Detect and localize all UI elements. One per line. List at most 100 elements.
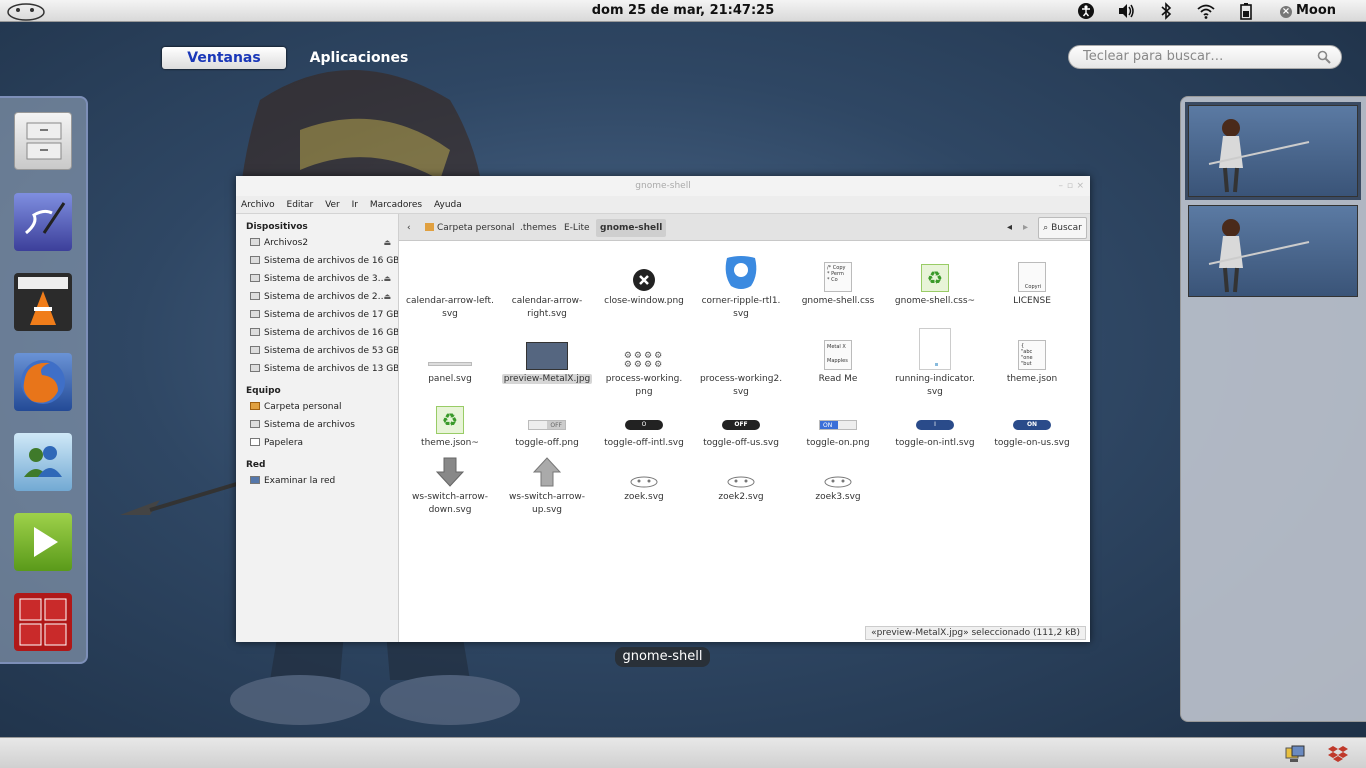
window-titlebar[interactable]: gnome-shell – ▫ ×: [236, 176, 1090, 196]
close-icon[interactable]: ×: [1076, 176, 1084, 196]
dropbox-icon[interactable]: [1327, 744, 1349, 764]
back-arrow-icon[interactable]: ◂: [1003, 219, 1016, 237]
file-item[interactable]: OFF toggle-off-us.svg: [693, 394, 789, 450]
sidebar-item-network[interactable]: Examinar la red: [236, 472, 398, 490]
menu-archivo[interactable]: Archivo: [241, 196, 275, 214]
bottom-panel: [0, 737, 1366, 768]
file-item[interactable]: ♻ theme.json~: [402, 394, 498, 450]
menu-editar[interactable]: Editar: [287, 196, 314, 214]
file-item[interactable]: calendar-arrow-right.svg: [499, 252, 595, 321]
menu-ver[interactable]: Ver: [325, 196, 340, 214]
breadcrumb-themes[interactable]: .themes: [516, 219, 561, 237]
file-item[interactable]: ws-switch-arrow-down.svg: [402, 448, 498, 517]
zoek-thumbnail: [824, 476, 852, 488]
breadcrumb-label: Carpeta personal: [437, 223, 515, 233]
breadcrumb-home[interactable]: Carpeta personal: [421, 219, 519, 237]
back-chevron-icon[interactable]: ‹: [403, 219, 415, 237]
file-item[interactable]: process-working2. svg: [693, 330, 789, 399]
file-item[interactable]: zoek.svg: [596, 448, 692, 504]
minimize-icon[interactable]: –: [1059, 176, 1064, 196]
sidebar-item-trash[interactable]: Papelera: [236, 434, 398, 452]
file-item[interactable]: panel.svg: [402, 330, 498, 386]
wifi-icon[interactable]: [1197, 2, 1215, 20]
sidebar-item-device[interactable]: Sistema de archivos de 16 GB: [236, 252, 398, 270]
file-item[interactable]: Itoggle-on-intl.svg: [887, 394, 983, 450]
menu-ir[interactable]: Ir: [352, 196, 358, 214]
file-item[interactable]: ♻ gnome-shell.css~: [887, 252, 983, 308]
file-item[interactable]: zoek2.svg: [693, 448, 789, 504]
workspace-thumbnail-2[interactable]: [1188, 205, 1358, 297]
search-button[interactable]: ⌕ Buscar: [1038, 217, 1087, 239]
file-item[interactable]: ON toggle-on-us.svg: [984, 394, 1080, 450]
sidebar-item-device[interactable]: Sistema de archivos de 53 GB: [236, 342, 398, 360]
file-item[interactable]: preview-MetalX.jpg: [499, 330, 595, 386]
media-player-icon[interactable]: [14, 513, 72, 571]
file-item[interactable]: Metal X Mapples Read Me: [790, 330, 886, 386]
arrow-up-icon: [533, 457, 561, 487]
file-item[interactable]: ON toggle-on.png: [790, 394, 886, 450]
battery-icon[interactable]: [1237, 2, 1255, 20]
indicator-dot: [935, 363, 938, 366]
sidebar-item-label: Sistema de archivos de 17 GB: [264, 310, 398, 320]
volume-icon[interactable]: [1117, 2, 1135, 20]
file-item[interactable]: running-indicator. svg: [887, 328, 983, 399]
toggle-on-thumbnail: ON: [819, 420, 857, 430]
sidebar-item-device[interactable]: Sistema de archivos de 2… ⏏: [236, 288, 398, 306]
firefox-icon[interactable]: [14, 353, 72, 411]
file-item[interactable]: zoek3.svg: [790, 448, 886, 504]
backup-file-icon: ♻: [921, 264, 949, 292]
text-editor-icon[interactable]: [14, 193, 72, 251]
forward-arrow-icon[interactable]: ▸: [1019, 219, 1032, 237]
tab-applications[interactable]: Aplicaciones: [300, 47, 418, 69]
user-name: Moon: [1296, 3, 1337, 18]
gnome-foot-logo-icon[interactable]: [4, 1, 48, 21]
sidebar-item-label: Carpeta personal: [264, 402, 342, 412]
user-menu[interactable]: × Moon: [1280, 3, 1336, 18]
file-item[interactable]: ws-switch-arrow-up.svg: [499, 448, 595, 517]
sidebar-item-device[interactable]: Sistema de archivos de 3… ⏏: [236, 270, 398, 288]
sidebar-item-home[interactable]: Carpeta personal: [236, 398, 398, 416]
file-item[interactable]: Otoggle-off-intl.svg: [596, 394, 692, 450]
css-file-thumbnail: /* Copy * Perm * Co: [824, 262, 852, 292]
breadcrumb-elite[interactable]: E-Lite: [560, 219, 594, 237]
tab-windows[interactable]: Ventanas: [162, 47, 286, 69]
bluetooth-icon[interactable]: [1157, 2, 1175, 20]
toggle-text: ON: [823, 422, 833, 429]
sidebar-header-computer: Equipo: [246, 386, 281, 396]
search-input[interactable]: Teclear para buscar…: [1068, 45, 1342, 69]
menu-marcadores[interactable]: Marcadores: [370, 196, 422, 214]
sidebar-item-device[interactable]: Sistema de archivos de 16 GB: [236, 324, 398, 342]
file-item[interactable]: ⚙⚙⚙⚙ ⚙⚙⚙⚙ process-working. png: [596, 330, 692, 399]
file-name-cont: down.svg: [428, 505, 472, 515]
file-item[interactable]: /* Copy * Perm * Co gnome-shell.css: [790, 252, 886, 308]
sidebar-item-filesystem[interactable]: Sistema de archivos: [236, 416, 398, 434]
file-item[interactable]: { "abc "one "but theme.json: [984, 330, 1080, 386]
sidebar-item-label: Examinar la red: [264, 476, 336, 486]
file-manager-window[interactable]: gnome-shell – ▫ × Archivo Editar Ver Ir …: [236, 176, 1090, 642]
file-item[interactable]: calendar-arrow-left. svg: [402, 252, 498, 321]
search-icon: ⌕: [1043, 223, 1049, 233]
maximize-icon[interactable]: ▫: [1067, 176, 1073, 196]
clock[interactable]: dom 25 de mar, 21:47:25: [592, 3, 775, 18]
breadcrumb-gnome-shell[interactable]: gnome-shell: [596, 219, 667, 237]
messenger-icon[interactable]: [14, 433, 72, 491]
vlc-icon[interactable]: [14, 273, 72, 331]
file-cabinet-icon[interactable]: [14, 112, 72, 170]
sidebar-item-device[interactable]: Sistema de archivos de 17 GB: [236, 306, 398, 324]
file-item[interactable]: OFF toggle-off.png: [499, 394, 595, 450]
display-monitor-icon[interactable]: [1284, 744, 1306, 764]
workspace-thumbnail-1[interactable]: [1185, 102, 1361, 200]
home-folder-icon: [425, 223, 434, 231]
file-item[interactable]: Copyri LICENSE: [984, 252, 1080, 308]
terminal-icon[interactable]: [14, 593, 72, 651]
file-name: calendar-arrow-: [511, 296, 583, 306]
eject-icon[interactable]: ⏏: [383, 270, 391, 288]
file-item[interactable]: close-window.png: [596, 252, 692, 308]
eject-icon[interactable]: ⏏: [383, 234, 391, 252]
eject-icon[interactable]: ⏏: [383, 288, 391, 306]
menu-ayuda[interactable]: Ayuda: [434, 196, 462, 214]
sidebar-item-device[interactable]: Sistema de archivos de 13 GB: [236, 360, 398, 378]
file-item[interactable]: corner-ripple-rtl1. svg: [693, 252, 789, 321]
accessibility-icon[interactable]: [1077, 2, 1095, 20]
sidebar-item-device[interactable]: Archivos2 ⏏: [236, 234, 398, 252]
